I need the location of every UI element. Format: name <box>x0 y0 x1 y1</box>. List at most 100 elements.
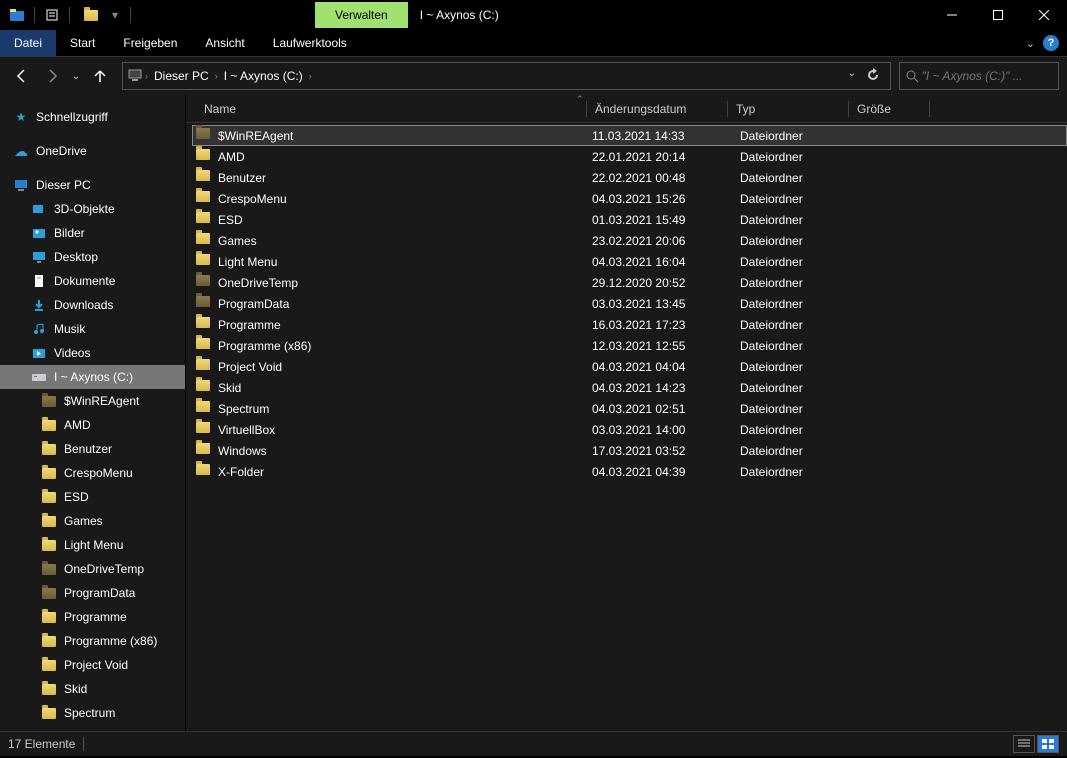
qat-dropdown[interactable]: ▾ <box>108 8 122 22</box>
forward-button[interactable] <box>38 62 66 90</box>
file-row[interactable]: CrespoMenu04.03.2021 15:26Dateiordner <box>192 188 1067 209</box>
column-date[interactable]: Änderungsdatum <box>587 102 727 116</box>
tree-label: Project Void <box>64 658 128 672</box>
tree-item[interactable]: 3D-Objekte <box>0 197 185 221</box>
tree-item[interactable]: Spectrum <box>0 701 185 725</box>
file-row[interactable]: $WinREAgent11.03.2021 14:33Dateiordner <box>192 125 1067 146</box>
file-row[interactable]: ESD01.03.2021 15:49Dateiordner <box>192 209 1067 230</box>
address-dropdown-icon[interactable]: ⌄ <box>848 68 856 85</box>
file-row[interactable]: Spectrum04.03.2021 02:51Dateiordner <box>192 398 1067 419</box>
library-icon <box>30 201 48 217</box>
folder-icon <box>196 275 214 291</box>
tree-item[interactable]: Desktop <box>0 245 185 269</box>
breadcrumb-drive[interactable]: I ~ Axynos (C:) <box>220 69 307 83</box>
tree-label: $WinREAgent <box>64 394 139 408</box>
tree-label: OneDriveTemp <box>64 562 144 576</box>
tree-item[interactable]: $WinREAgent <box>0 389 185 413</box>
file-row[interactable]: Light Menu04.03.2021 16:04Dateiordner <box>192 251 1067 272</box>
tree-item[interactable]: Bilder <box>0 221 185 245</box>
file-type: Dateiordner <box>732 423 852 437</box>
chevron-right-icon[interactable]: › <box>307 71 314 81</box>
up-button[interactable] <box>86 62 114 90</box>
tree-item[interactable]: Downloads <box>0 293 185 317</box>
manage-context-tab[interactable]: Verwalten <box>315 2 408 28</box>
tree-label: OneDrive <box>36 144 87 158</box>
tab-share[interactable]: Freigeben <box>109 30 191 56</box>
tab-start[interactable]: Start <box>56 30 109 56</box>
chevron-right-icon[interactable]: › <box>143 71 150 81</box>
tree-item[interactable]: Project Void <box>0 653 185 677</box>
status-bar: 17 Elemente <box>0 731 1067 756</box>
tree-item[interactable]: Light Menu <box>0 533 185 557</box>
tree-item[interactable]: Videos <box>0 341 185 365</box>
file-list[interactable]: $WinREAgent11.03.2021 14:33DateiordnerAM… <box>186 123 1067 731</box>
tree-item[interactable]: Benutzer <box>0 437 185 461</box>
tree-item[interactable]: Musik <box>0 317 185 341</box>
navigation-tree[interactable]: ★Schnellzugriff ☁OneDrive Dieser PC 3D-O… <box>0 95 186 731</box>
search-input[interactable] <box>922 69 1052 83</box>
file-name: Project Void <box>218 360 592 374</box>
file-row[interactable]: OneDriveTemp29.12.2020 20:52Dateiordner <box>192 272 1067 293</box>
tree-item[interactable]: Dokumente <box>0 269 185 293</box>
tree-item[interactable]: Games <box>0 509 185 533</box>
file-row[interactable]: Project Void04.03.2021 04:04Dateiordner <box>192 356 1067 377</box>
help-icon[interactable]: ? <box>1043 35 1059 51</box>
file-date: 04.03.2021 02:51 <box>592 402 732 416</box>
chevron-right-icon[interactable]: › <box>213 71 220 81</box>
back-button[interactable] <box>8 62 36 90</box>
tree-item[interactable]: Programme (x86) <box>0 629 185 653</box>
file-row[interactable]: Skid04.03.2021 14:23Dateiordner <box>192 377 1067 398</box>
file-name: ESD <box>218 213 592 227</box>
breadcrumb-pc[interactable]: Dieser PC <box>150 69 213 83</box>
file-row[interactable]: Programme16.03.2021 17:23Dateiordner <box>192 314 1067 335</box>
tree-label: CrespoMenu <box>64 466 133 480</box>
tree-item[interactable]: Programme <box>0 605 185 629</box>
file-row[interactable]: VirtuellBox03.03.2021 14:00Dateiordner <box>192 419 1067 440</box>
tab-drive-tools[interactable]: Laufwerktools <box>259 30 361 56</box>
tree-this-pc[interactable]: Dieser PC <box>0 173 185 197</box>
tree-item[interactable]: Skid <box>0 677 185 701</box>
file-row[interactable]: Windows17.03.2021 03:52Dateiordner <box>192 440 1067 461</box>
file-name: CrespoMenu <box>218 192 592 206</box>
tree-label: Benutzer <box>64 442 112 456</box>
close-button[interactable] <box>1021 0 1067 30</box>
file-row[interactable]: X-Folder04.03.2021 04:39Dateiordner <box>192 461 1067 482</box>
tree-quick-access[interactable]: ★Schnellzugriff <box>0 105 185 129</box>
column-size[interactable]: Größe <box>849 102 929 116</box>
history-dropdown[interactable]: ⌄ <box>68 62 84 90</box>
tree-onedrive[interactable]: ☁OneDrive <box>0 139 185 163</box>
folder-icon <box>40 561 58 577</box>
refresh-icon[interactable] <box>866 68 880 85</box>
file-row[interactable]: ProgramData03.03.2021 13:45Dateiordner <box>192 293 1067 314</box>
tree-drive-c[interactable]: I ~ Axynos (C:) <box>0 365 185 389</box>
tree-item[interactable]: OneDriveTemp <box>0 557 185 581</box>
tree-item[interactable]: CrespoMenu <box>0 461 185 485</box>
minimize-button[interactable] <box>929 0 975 30</box>
address-bar[interactable]: › Dieser PC › I ~ Axynos (C:) › ⌄ <box>122 62 891 90</box>
qat-folder-icon[interactable] <box>78 10 104 21</box>
tree-label: I ~ Axynos (C:) <box>54 370 133 384</box>
file-date: 01.03.2021 15:49 <box>592 213 732 227</box>
view-icons-button[interactable] <box>1037 735 1059 753</box>
tree-item[interactable]: ESD <box>0 485 185 509</box>
column-type[interactable]: Typ <box>728 102 848 116</box>
maximize-button[interactable] <box>975 0 1021 30</box>
ribbon-expand-icon[interactable]: ⌄ <box>1026 37 1035 50</box>
tree-item[interactable]: AMD <box>0 413 185 437</box>
search-box[interactable] <box>899 62 1059 90</box>
window-title: I ~ Axynos (C:) <box>408 8 499 22</box>
tab-file[interactable]: Datei <box>0 30 56 56</box>
tree-item[interactable]: ProgramData <box>0 581 185 605</box>
file-row[interactable]: AMD22.01.2021 20:14Dateiordner <box>192 146 1067 167</box>
view-details-button[interactable] <box>1013 735 1035 753</box>
properties-icon[interactable] <box>43 6 61 24</box>
file-row[interactable]: Programme (x86)12.03.2021 12:55Dateiordn… <box>192 335 1067 356</box>
titlebar: ▾ Verwalten I ~ Axynos (C:) <box>0 0 1067 30</box>
main-area: ★Schnellzugriff ☁OneDrive Dieser PC 3D-O… <box>0 95 1067 731</box>
folder-icon <box>196 359 214 375</box>
column-name[interactable]: Name <box>196 102 586 116</box>
file-row[interactable]: Games23.02.2021 20:06Dateiordner <box>192 230 1067 251</box>
folder-icon <box>196 443 214 459</box>
tab-view[interactable]: Ansicht <box>191 30 258 56</box>
file-row[interactable]: Benutzer22.02.2021 00:48Dateiordner <box>192 167 1067 188</box>
